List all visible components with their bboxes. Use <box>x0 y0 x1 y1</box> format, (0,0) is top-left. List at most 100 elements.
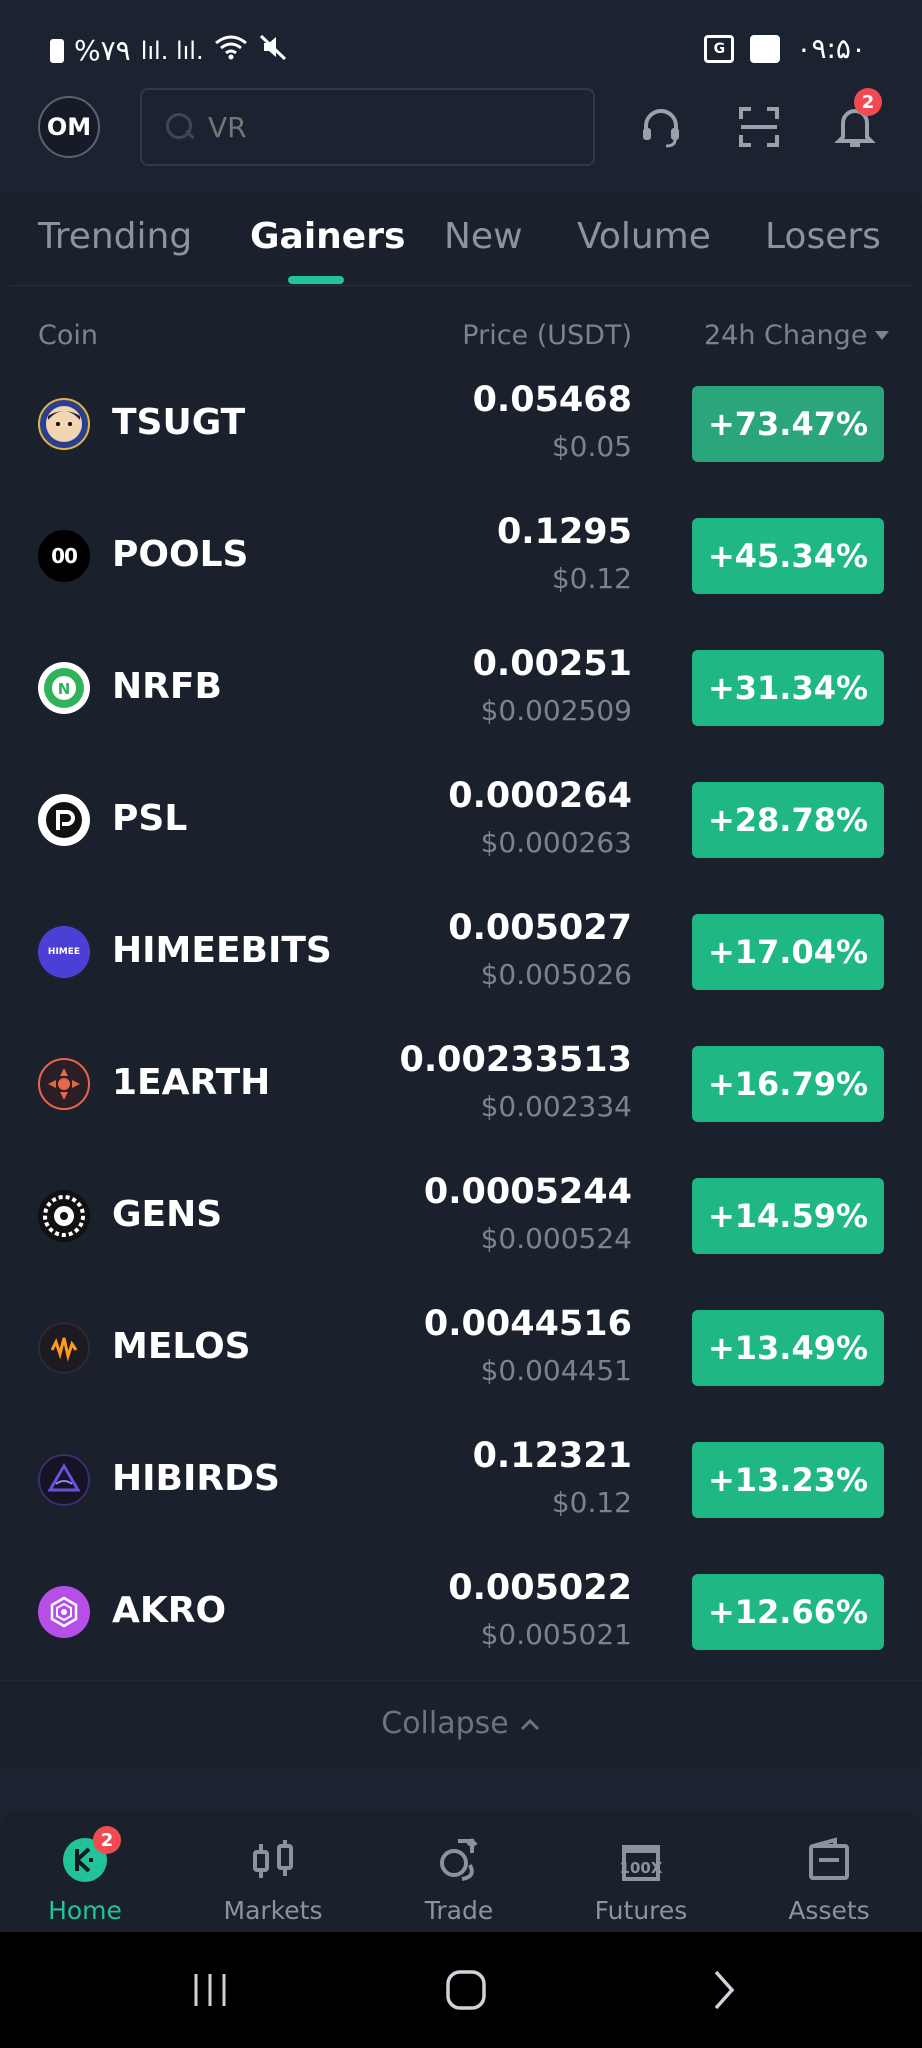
notification-badge: 2 <box>854 88 882 116</box>
change-badge[interactable]: +14.59% <box>692 1178 884 1254</box>
search-icon <box>164 111 196 143</box>
tab-trending[interactable]: Trending <box>38 216 192 257</box>
clock: ۰۹:۵۰ <box>796 32 866 65</box>
tab-losers[interactable]: Losers <box>765 216 881 257</box>
battery-icon <box>50 38 64 63</box>
change-badge[interactable]: +12.66% <box>692 1574 884 1650</box>
assets-wallet-icon <box>803 1834 855 1886</box>
recent-apps-button[interactable] <box>180 1962 240 2018</box>
coin-row[interactable]: HIMEE HIMEEBITS 0.005027 $0.005026 +17.0… <box>0 886 922 1018</box>
top-header: OM 2 <box>0 84 922 180</box>
market-card: Trending Gainers New Volume Losers Coin … <box>0 190 922 1770</box>
1earth-coin-icon <box>38 1058 90 1110</box>
notification-bell-icon[interactable]: 2 <box>828 88 882 154</box>
status-right: G ۰۹:۵۰ <box>704 32 866 65</box>
coin-price-usd: $0.005026 <box>480 958 632 991</box>
coin-name: AKRO <box>112 1590 227 1631</box>
tab-volume[interactable]: Volume <box>577 216 711 257</box>
coin-price-usd: $0.002334 <box>480 1090 632 1123</box>
coin-row[interactable]: N NRFB 0.00251 $0.002509 +31.34% <box>0 622 922 754</box>
change-badge[interactable]: +28.78% <box>692 782 884 858</box>
column-24h-change[interactable]: 24h Change <box>704 320 890 351</box>
nrfb-coin-icon: N <box>38 662 90 714</box>
coin-row[interactable]: MELOS 0.0044516 $0.004451 +13.49% <box>0 1282 922 1414</box>
tab-new[interactable]: New <box>444 216 523 257</box>
coin-row[interactable]: TSUGT 0.05468 $0.05 +73.47% <box>0 358 922 490</box>
coin-price-usd: $0.002509 <box>480 694 632 727</box>
psl-coin-icon <box>38 794 90 846</box>
search-input[interactable] <box>208 110 588 144</box>
coin-price: 0.00233513 <box>399 1040 632 1080</box>
status-bar: %۷۹ lıl. lıl. G ۰۹:۵۰ <box>0 0 922 84</box>
active-tab-indicator <box>288 276 344 284</box>
futures-100x-icon: 100X <box>615 1834 667 1886</box>
coin-row[interactable]: PSL 0.000264 $0.000263 +28.78% <box>0 754 922 886</box>
battery-level: %۷۹ <box>74 34 131 67</box>
bottom-navigation: 2 Home Markets Trade 100X Futures Assets <box>0 1812 922 1932</box>
translate-icon: G <box>704 34 735 63</box>
nav-futures[interactable]: 100X Futures <box>566 1812 716 1932</box>
coin-price: 0.12321 <box>472 1436 632 1476</box>
coin-row[interactable]: 00 POOLS 0.1295 $0.12 +45.34% <box>0 490 922 622</box>
coin-price: 0.1295 <box>496 512 632 552</box>
market-tabs: Trending Gainers New Volume Losers <box>10 190 912 286</box>
change-badge[interactable]: +17.04% <box>692 914 884 990</box>
coin-name: HIMEEBITS <box>112 930 332 971</box>
tsugt-coin-icon <box>38 398 90 450</box>
signal-icon: lıl. lıl. <box>140 36 204 65</box>
nav-markets[interactable]: Markets <box>198 1812 348 1932</box>
coin-price-usd: $0.12 <box>551 1486 632 1519</box>
coin-price: 0.005022 <box>448 1568 632 1608</box>
svg-text:100X: 100X <box>620 1859 663 1877</box>
nav-trade[interactable]: Trade <box>384 1812 534 1932</box>
coin-price-usd: $0.000524 <box>480 1222 632 1255</box>
wifi-icon <box>214 33 248 68</box>
nav-trade-label: Trade <box>424 1896 494 1925</box>
home-badge: 2 <box>93 1826 121 1854</box>
nav-futures-label: Futures <box>594 1896 688 1925</box>
himeebits-coin-icon: HIMEE <box>38 926 90 978</box>
coin-price: 0.0044516 <box>423 1304 632 1344</box>
change-badge[interactable]: +13.49% <box>692 1310 884 1386</box>
trade-exchange-icon <box>433 1834 485 1886</box>
avatar[interactable]: OM <box>38 96 100 158</box>
hibirds-coin-icon <box>38 1454 90 1506</box>
coin-row[interactable]: GENS 0.0005244 $0.000524 +14.59% <box>0 1150 922 1282</box>
coin-row[interactable]: AKRO 0.005022 $0.005021 +12.66% <box>0 1546 922 1678</box>
column-price[interactable]: Price (USDT) <box>462 320 632 351</box>
coin-name: MELOS <box>112 1326 251 1367</box>
coin-name: 1EARTH <box>112 1062 271 1103</box>
change-badge[interactable]: +13.23% <box>692 1442 884 1518</box>
tab-gainers[interactable]: Gainers <box>250 216 405 257</box>
coin-price: 0.005027 <box>448 908 632 948</box>
change-badge[interactable]: +16.79% <box>692 1046 884 1122</box>
change-badge[interactable]: +73.47% <box>692 386 884 462</box>
change-badge[interactable]: +45.34% <box>692 518 884 594</box>
coin-price-usd: $0.000263 <box>480 826 632 859</box>
coin-name: PSL <box>112 798 188 839</box>
coin-price: 0.0005244 <box>423 1172 632 1212</box>
status-left: %۷۹ lıl. lıl. <box>50 32 288 69</box>
back-button[interactable] <box>694 1962 754 2018</box>
home-button[interactable] <box>436 1962 496 2018</box>
coin-row[interactable]: HIBIRDS 0.12321 $0.12 +13.23% <box>0 1414 922 1546</box>
coin-row[interactable]: 1EARTH 0.00233513 $0.002334 +16.79% <box>0 1018 922 1150</box>
coin-price: 0.000264 <box>448 776 632 816</box>
coin-price-usd: $0.12 <box>551 562 632 595</box>
nav-home-label: Home <box>48 1896 122 1925</box>
mute-icon <box>258 32 288 69</box>
collapse-button[interactable]: Collapse <box>0 1680 922 1766</box>
coin-price-usd: $0.05 <box>551 430 632 463</box>
support-headset-icon[interactable] <box>634 100 688 154</box>
coin-price: 0.05468 <box>472 380 632 420</box>
nav-home[interactable]: 2 Home <box>10 1812 160 1932</box>
markets-candlestick-icon <box>247 1834 299 1886</box>
system-navigation-bar <box>0 1932 922 2048</box>
column-24h-change-label: 24h Change <box>704 320 868 351</box>
coin-price: 0.00251 <box>472 644 632 684</box>
scan-icon[interactable] <box>732 100 786 154</box>
nav-assets[interactable]: Assets <box>754 1812 904 1932</box>
search-bar[interactable] <box>140 88 595 166</box>
coin-name: HIBIRDS <box>112 1458 280 1499</box>
change-badge[interactable]: +31.34% <box>692 650 884 726</box>
